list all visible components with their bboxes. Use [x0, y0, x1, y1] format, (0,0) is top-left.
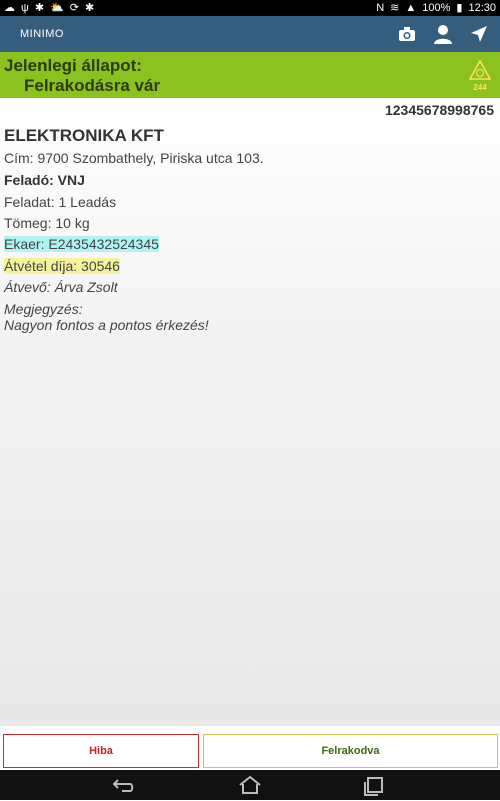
nfc-icon: N [376, 2, 385, 14]
status-value: Felrakodásra vár [24, 76, 161, 95]
note-label: Megjegyzés: [4, 301, 83, 317]
ekaer-number: Ekaer: E2435432524345 [4, 236, 159, 252]
warning-icon [468, 59, 492, 80]
battery-icon: ▮ [456, 2, 463, 14]
action-bar: Hiba Felrakodva [0, 726, 500, 770]
home-icon[interactable] [238, 774, 262, 796]
company-name: ELEKTRONIKA KFT [4, 126, 164, 145]
wifi-icon: ≋ [390, 2, 400, 14]
loaded-button[interactable]: Felrakodva [203, 734, 498, 768]
system-status-bar: ☁ ψ ✱ ⛅ ⟳ ✱ N ≋ ▲ 100% ▮ 12:30 [0, 0, 500, 16]
recipient: Átvevő: Árva Zsolt [4, 279, 118, 295]
notification-icon: ☁ [4, 2, 15, 14]
navigation-icon[interactable] [468, 23, 490, 45]
note-text: Nagyon fontos a pontos érkezés! [4, 317, 209, 333]
app-bar: MINIMO [0, 16, 500, 52]
debug-icon: ✱ [34, 2, 45, 14]
cloud-icon: ⛅ [50, 2, 64, 14]
system-nav-bar [0, 770, 500, 800]
sync-icon: ⟳ [69, 2, 79, 14]
warning-count: 244 [473, 83, 487, 92]
user-icon[interactable] [432, 23, 454, 45]
back-icon[interactable] [112, 774, 136, 796]
status-indicators: N ≋ ▲ 100% ▮ 12:30 [376, 0, 500, 16]
tracking-number: 12345678998765 [384, 102, 494, 118]
sender: Feladó: VNJ [4, 172, 85, 188]
app-actions [396, 23, 500, 45]
camera-icon[interactable] [396, 23, 418, 45]
shipment-details: 12345678998765 ELEKTRONIKA KFT Cím: 9700… [0, 98, 500, 726]
battery-percent: 100% [422, 2, 451, 14]
pickup-fee: Átvétel díja: 30546 [4, 258, 120, 274]
status-notifications: ☁ ψ ✱ ⛅ ⟳ ✱ [0, 0, 94, 16]
recent-apps-icon[interactable] [362, 774, 386, 796]
status-label: Jelenlegi állapot: [4, 56, 142, 75]
error-button[interactable]: Hiba [3, 734, 199, 768]
weight: Tömeg: 10 kg [4, 215, 90, 231]
current-status-panel: Jelenlegi állapot: Felrakodásra vár 244 [0, 52, 500, 98]
address: Cím: 9700 Szombathely, Piriska utca 103. [4, 150, 264, 166]
warning-indicator[interactable]: 244 [468, 58, 492, 92]
clock: 12:30 [468, 2, 496, 14]
app-title: MINIMO [20, 28, 64, 40]
signal-icon: ▲ [405, 2, 417, 14]
usb-icon: ψ [21, 2, 29, 14]
debug-icon: ✱ [84, 2, 95, 14]
task: Feladat: 1 Leadás [4, 194, 117, 210]
